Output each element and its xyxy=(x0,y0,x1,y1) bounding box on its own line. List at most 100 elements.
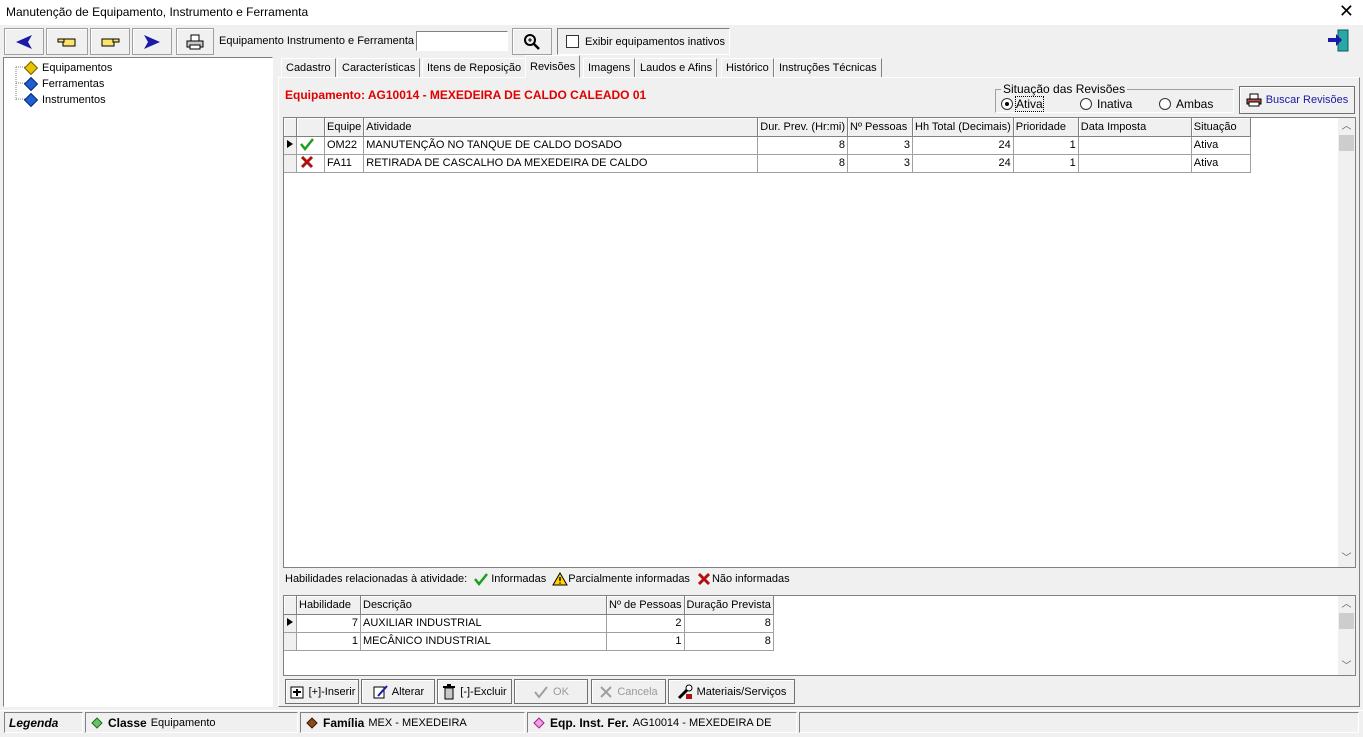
last-record-button[interactable] xyxy=(132,28,172,55)
revisoes-header-row: Equipe Atividade Dur. Prev. (Hr:mi) Nº P… xyxy=(284,118,1251,137)
tools-icon xyxy=(677,684,693,699)
classe-label: Classe xyxy=(108,715,147,730)
col-num-pessoas[interactable]: Nº de Pessoas xyxy=(606,596,685,615)
habilidade-cell: 7 xyxy=(296,614,361,633)
search-button[interactable] xyxy=(512,28,552,55)
equipment-title: Equipamento: AG10014 - MEXEDEIRA DE CALD… xyxy=(285,88,647,102)
magnifier-icon xyxy=(524,33,540,50)
radio-ativa[interactable]: Ativa xyxy=(1001,96,1044,112)
col-hh-total[interactable]: Hh Total (Decimais) xyxy=(912,118,1014,137)
tab-instrucoes-tecnicas[interactable]: Instruções Técnicas xyxy=(774,58,882,78)
table-row[interactable]: 7 AUXILIAR INDUSTRIAL 2 8 xyxy=(284,614,774,633)
tree-item-ferramentas[interactable]: Ferramentas xyxy=(23,76,106,92)
legend-nao: Não informadas xyxy=(711,573,790,585)
check-icon xyxy=(534,685,548,699)
close-icon[interactable]: ✕ xyxy=(1339,1,1354,21)
atividade-cell: RETIRADA DE CASCALHO DA MEXEDEIRA DE CAL… xyxy=(363,154,759,173)
revisoes-grid[interactable]: Equipe Atividade Dur. Prev. (Hr:mi) Nº P… xyxy=(283,117,1356,568)
table-row[interactable]: 1 MECÂNICO INDUSTRIAL 1 8 xyxy=(284,632,774,651)
col-equipe[interactable]: Equipe xyxy=(324,118,365,137)
print-button[interactable] xyxy=(176,28,214,55)
inserir-button[interactable]: [+]-Inserir xyxy=(285,679,359,704)
insert-icon xyxy=(290,686,304,698)
previous-record-button[interactable] xyxy=(46,28,88,55)
classe-diamond-icon xyxy=(91,716,103,729)
scroll-up-icon[interactable]: ︿ xyxy=(1338,596,1355,613)
equipment-search-input[interactable] xyxy=(416,31,508,51)
alterar-button[interactable]: Alterar xyxy=(361,679,435,704)
next-record-button[interactable] xyxy=(90,28,130,55)
inactive-checkbox[interactable] xyxy=(566,35,579,48)
col-duracao[interactable]: Dur. Prev. (Hr:mi) xyxy=(757,118,849,137)
col-data-imposta[interactable]: Data Imposta xyxy=(1078,118,1192,137)
instrument-diamond-icon xyxy=(23,92,39,108)
classe-value: Equipamento xyxy=(150,716,216,729)
tree-item-instrumentos[interactable]: Instrumentos xyxy=(23,92,108,108)
col-duracao-prevista[interactable]: Duração Prevista xyxy=(684,596,774,615)
col-descricao[interactable]: Descrição xyxy=(360,596,607,615)
radio-ativa-label: Ativa xyxy=(1015,96,1044,112)
current-row-arrow-icon xyxy=(287,139,293,148)
exit-button[interactable] xyxy=(1326,28,1352,54)
excluir-button[interactable]: [-]-Excluir xyxy=(437,679,512,704)
tab-revisoes[interactable]: Revisões xyxy=(525,55,581,78)
hand-left-icon xyxy=(57,38,76,46)
familia-value: MEX - MEXEDEIRA xyxy=(368,716,467,729)
arrow-right-icon xyxy=(144,34,160,49)
data-imposta-cell xyxy=(1078,154,1192,173)
inserir-label: [+]-Inserir xyxy=(308,685,356,698)
familia-label: Família xyxy=(323,715,365,730)
scroll-thumb[interactable] xyxy=(1339,613,1354,629)
legend-informadas: Informadas xyxy=(491,573,547,585)
category-tree: Equipamentos Ferramentas Instrumentos xyxy=(3,57,273,707)
materiais-servicos-label: Materiais/Serviços xyxy=(696,685,787,698)
eqp-value: AG10014 - MEXEDEIRA DE xyxy=(632,716,772,729)
tree-item-equipamentos[interactable]: Equipamentos xyxy=(23,60,115,76)
habilidades-legend: Habilidades relacionadas à atividade: In… xyxy=(285,572,790,586)
search-label: Equipamento Instrumento e Ferramenta xyxy=(219,35,415,47)
revisoes-scrollbar[interactable]: ︿ ﹀ xyxy=(1338,118,1355,567)
tab-historico[interactable]: Histórico xyxy=(721,58,774,78)
tab-itens-reposicao[interactable]: Itens de Reposição xyxy=(422,58,527,78)
eqp-label: Eqp. Inst. Fer. xyxy=(550,715,629,730)
cancela-button[interactable]: Cancela xyxy=(591,679,666,704)
habilidades-grid[interactable]: Habilidade Descrição Nº de Pessoas Duraç… xyxy=(283,595,1356,676)
atividade-cell: MANUTENÇÃO NO TANQUE DE CALDO DOSADO xyxy=(363,136,759,155)
inactive-filter-group: Exibir equipamentos inativos xyxy=(557,28,730,55)
scroll-thumb[interactable] xyxy=(1339,135,1354,151)
table-row[interactable]: OM22 MANUTENÇÃO NO TANQUE DE CALDO DOSAD… xyxy=(284,136,1251,155)
table-row[interactable]: FA11 RETIRADA DE CASCALHO DA MEXEDEIRA D… xyxy=(284,154,1251,173)
col-habilidade[interactable]: Habilidade xyxy=(296,596,361,615)
col-atividade[interactable]: Atividade xyxy=(363,118,759,137)
radio-ambas[interactable]: Ambas xyxy=(1159,97,1213,111)
status-familia: Família MEX - MEXEDEIRA xyxy=(300,712,525,733)
habilidades-scrollbar[interactable]: ︿ ﹀ xyxy=(1338,596,1355,675)
col-situacao[interactable]: Situação xyxy=(1191,118,1251,137)
materiais-servicos-button[interactable]: Materiais/Serviços xyxy=(668,679,795,704)
scroll-up-icon[interactable]: ︿ xyxy=(1338,118,1355,135)
scroll-down-icon[interactable]: ﹀ xyxy=(1338,658,1355,675)
first-record-button[interactable] xyxy=(4,28,44,55)
habilidades-header-row: Habilidade Descrição Nº de Pessoas Duraç… xyxy=(284,596,774,615)
ok-button[interactable]: OK xyxy=(514,679,588,704)
scroll-down-icon[interactable]: ﹀ xyxy=(1338,550,1355,567)
tab-caracteristicas[interactable]: Características xyxy=(337,58,421,78)
indicator-header xyxy=(284,596,297,615)
status-classe: Classe Equipamento xyxy=(85,712,298,733)
col-prioridade[interactable]: Prioridade xyxy=(1013,118,1079,137)
radio-inativa[interactable]: Inativa xyxy=(1080,97,1132,111)
revisoes-table: Equipe Atividade Dur. Prev. (Hr:mi) Nº P… xyxy=(284,118,1251,173)
status-cell xyxy=(296,136,325,155)
col-pessoas[interactable]: Nº Pessoas xyxy=(847,118,914,137)
tab-imagens[interactable]: Imagens xyxy=(583,58,636,78)
check-icon xyxy=(474,573,489,586)
pessoas-cell: 2 xyxy=(606,614,685,633)
tree-item-label: Ferramentas xyxy=(42,78,105,90)
duracao-cell: 8 xyxy=(757,154,849,173)
habilidade-cell: 1 xyxy=(296,632,361,651)
buscar-revisoes-button[interactable]: Buscar Revisões xyxy=(1239,86,1355,114)
x-icon xyxy=(697,572,710,586)
tab-laudos[interactable]: Laudos e Afins xyxy=(635,58,718,78)
tab-cadastro[interactable]: Cadastro xyxy=(281,58,336,78)
radio-ativa-dot xyxy=(1001,98,1013,110)
